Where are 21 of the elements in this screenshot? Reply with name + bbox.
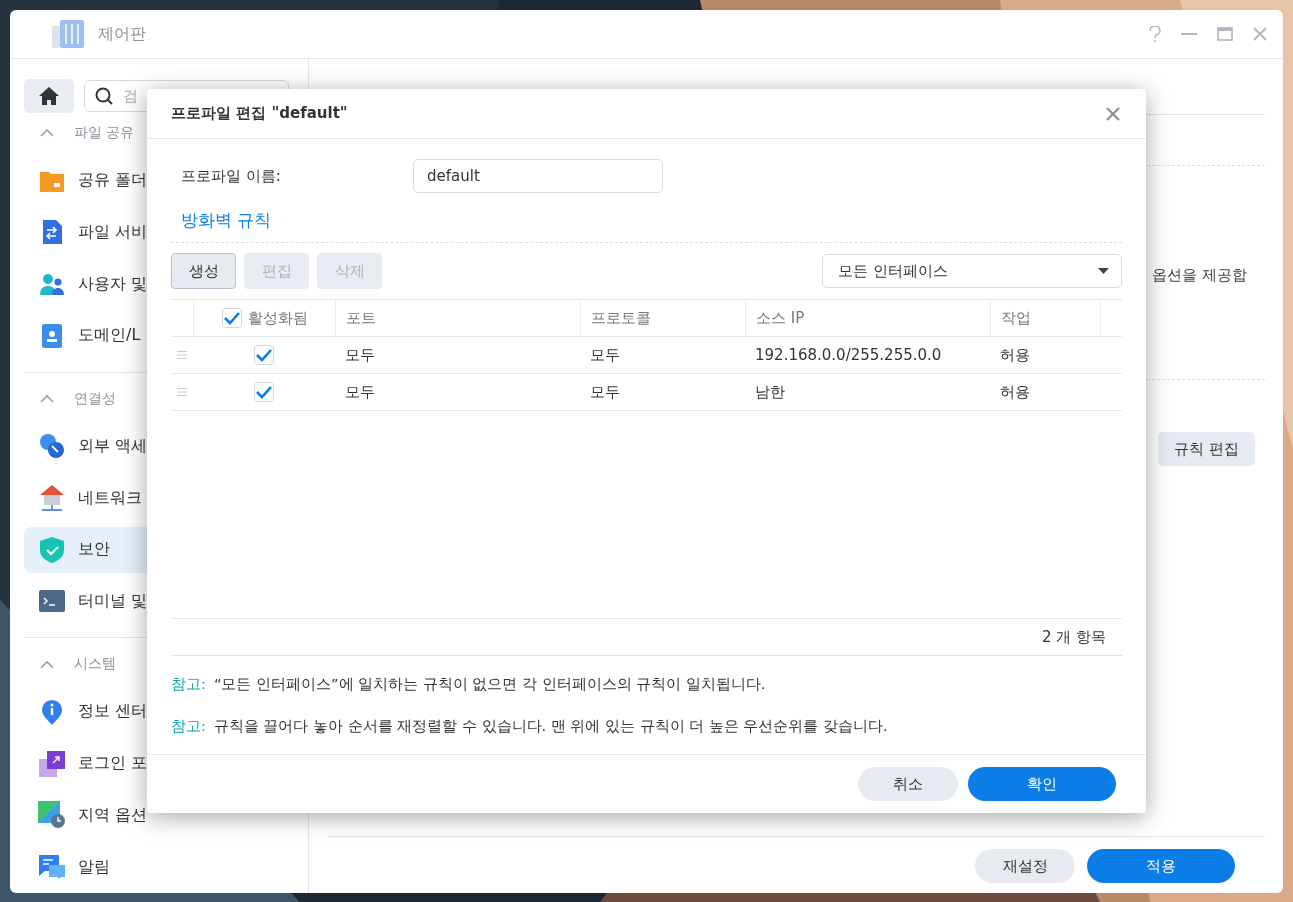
group-header: 시스템 <box>74 655 116 674</box>
item-count: 2 개 항목 <box>1041 627 1106 647</box>
table-cell-text: 모두 <box>589 382 621 402</box>
note-text: 규칙을 끌어다 놓아 순서를 재정렬할 수 있습니다. 맨 위에 있는 규칙이 더 높은 우선순위를 갖습니다. <box>213 717 888 736</box>
group-header: 연결성 <box>74 389 116 408</box>
window-title: 제어판 <box>98 23 146 45</box>
note-text: “모든 인터페이스”에 일치하는 규칙이 없으면 각 인터페이스의 규칙이 일치됩니다. <box>213 675 766 694</box>
table-cell-text: 모두 <box>589 345 621 365</box>
table-cell-text: 모두 <box>344 382 376 402</box>
table-cell-text: 남한 <box>754 382 786 402</box>
note-label: 참고: <box>171 675 206 694</box>
field-label: 프로파일 이름: <box>181 166 282 186</box>
dialog-title: 프로파일 편집 "default" <box>171 104 349 123</box>
table-cell-text: 허용 <box>999 345 1031 365</box>
note-label: 참고: <box>171 717 206 736</box>
table-cell-text: 허용 <box>999 382 1031 402</box>
section-title: 방화벽 규칙 <box>181 209 272 232</box>
description-text: 옵션을 제공합 <box>1152 266 1247 285</box>
table-cell-text: 192.168.0.0/255.255.0.0 <box>754 346 943 364</box>
table-cell-text: 모두 <box>344 345 376 365</box>
group-header: 파일 공유 <box>74 123 135 142</box>
